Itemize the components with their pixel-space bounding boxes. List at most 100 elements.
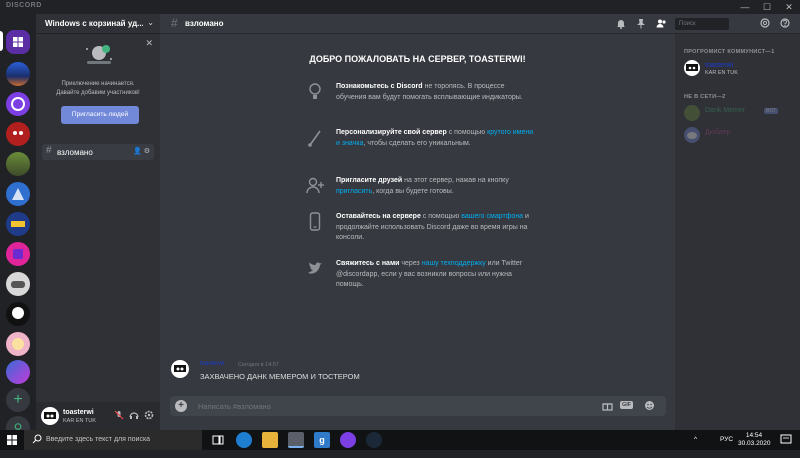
support-link[interactable]: нашу техподдержку — [422, 260, 486, 267]
task-view-icon[interactable] — [210, 432, 226, 448]
channel-settings-icon[interactable]: 👤 ⚙ — [133, 147, 150, 155]
gift-icon[interactable] — [602, 400, 613, 411]
server-icon[interactable] — [6, 302, 30, 326]
steam-icon[interactable] — [366, 432, 382, 448]
server-icon[interactable] — [6, 212, 30, 236]
channel-item-vzlomano[interactable]: # взломано 👤 ⚙ — [42, 144, 154, 160]
close-icon[interactable]: ✕ — [145, 38, 153, 49]
avatar — [684, 105, 700, 121]
message-input[interactable] — [198, 399, 578, 413]
message: toasterwi Сегодня в 14:57 ЗАХВАЧЕНО ДАНК… — [160, 357, 675, 387]
app-brand: DISCORD — [6, 2, 42, 9]
twitter-icon — [308, 262, 322, 274]
tip-body: с помощью — [420, 213, 462, 220]
language-indicator[interactable]: РУС — [720, 436, 733, 443]
avatar — [684, 60, 700, 76]
search-icon — [32, 434, 42, 444]
chat-area: ДОБРО ПОЖАЛОВАТЬ НА СЕРВЕР, TOASTERWI! П… — [160, 14, 675, 430]
bulb-icon — [309, 83, 321, 99]
avatar — [684, 127, 700, 143]
invite-text-line: Давайте добавим участников! — [56, 90, 140, 96]
windows-logo-icon — [13, 37, 23, 47]
member-item[interactable]: toasterwi KAR EN TUK — [684, 60, 794, 80]
tip-text: Персонализируйте свой сервер с помощью к… — [336, 128, 536, 149]
gear-icon[interactable] — [144, 410, 154, 420]
viber-icon[interactable] — [340, 432, 356, 448]
clock-date: 30.03.2020 — [738, 440, 771, 447]
server-icon[interactable] — [6, 272, 30, 296]
search-input[interactable]: Поиск — [675, 18, 729, 30]
taskbar-search-text: Введите здесь текст для поиска — [46, 436, 151, 443]
chevron-down-icon: ⌄ — [147, 18, 154, 27]
clock[interactable]: 14:54 30.03.2020 — [738, 432, 771, 448]
server-header[interactable]: Windows с корзинай уд... ⌄ — [36, 14, 160, 34]
server-icon[interactable] — [6, 242, 30, 266]
channel-header: # взломано Поиск — [160, 14, 800, 34]
tip-text: Свяжитесь с нами через нашу техподдержку… — [336, 259, 536, 291]
tip-body: , когда вы будете готовы. — [372, 187, 454, 195]
mention-icon[interactable] — [760, 18, 770, 28]
message-author[interactable]: toasterwi — [200, 361, 224, 367]
avatar-image-icon — [174, 365, 186, 372]
avatar[interactable] — [41, 407, 59, 425]
clock-time: 14:54 — [745, 432, 763, 439]
phone-icon — [309, 212, 321, 231]
headphones-icon[interactable] — [129, 410, 139, 420]
server-logo-icon — [12, 338, 24, 350]
notifications-icon[interactable] — [780, 434, 792, 446]
server-icon[interactable] — [6, 92, 30, 116]
taskbar-search[interactable]: Введите здесь текст для поиска — [24, 430, 202, 450]
edge-icon[interactable] — [236, 432, 252, 448]
tip-bold: Свяжитесь с нами — [336, 260, 400, 267]
server-icon[interactable] — [6, 122, 30, 146]
file-explorer-icon[interactable] — [262, 432, 278, 448]
avatar-image-icon — [44, 412, 56, 419]
invite-people-button[interactable]: Пригласить людей — [61, 106, 139, 124]
member-list-icon[interactable] — [656, 18, 667, 29]
server-logo-icon — [12, 307, 24, 319]
mute-microphone-icon[interactable] — [114, 410, 124, 420]
avatar[interactable] — [171, 360, 189, 378]
upload-button[interactable]: + — [175, 400, 187, 412]
server-icon[interactable] — [6, 332, 30, 356]
maximize-button[interactable]: ☐ — [756, 0, 778, 14]
discord-app: DISCORD — ☐ ✕ + ⚲ Windows с корзинай уд.… — [0, 0, 800, 450]
emoji-icon[interactable] — [644, 400, 655, 411]
gif-button[interactable]: GIF — [620, 401, 634, 409]
welcome-title: ДОБРО ПОЖАЛОВАТЬ НА СЕРВЕР, TOASTERWI! — [309, 54, 526, 64]
member-name: toasterwi — [705, 62, 734, 69]
minimize-button[interactable]: — — [734, 0, 756, 14]
role-header: ПРОГРОМИСТ КОММУНИСТ—1 — [684, 49, 775, 55]
server-name: Windows с корзинай уд... — [45, 19, 143, 28]
member-item[interactable]: Dank Memer BOT — [684, 105, 794, 125]
server-icon[interactable] — [6, 360, 30, 384]
brush-icon — [308, 130, 321, 147]
close-button[interactable]: ✕ — [778, 0, 800, 14]
member-item[interactable]: Дюбаер — [684, 127, 794, 147]
add-server-button[interactable]: + — [6, 388, 30, 412]
start-button[interactable] — [0, 430, 24, 450]
pin-icon[interactable] — [636, 18, 646, 29]
channel-sidebar: Windows с корзинай уд... ⌄ ✕ Приключение… — [36, 14, 160, 430]
invite-link[interactable]: пригласить — [336, 188, 372, 195]
role-header: НЕ В СЕТИ—2 — [684, 94, 726, 100]
server-logo-icon — [12, 188, 24, 200]
tip-text: Пригласите друзей на этот сервер, нажав … — [336, 176, 536, 197]
discord-taskbar-icon[interactable] — [288, 432, 304, 448]
server-icon[interactable] — [6, 182, 30, 206]
server-logo-icon — [13, 249, 23, 259]
tray-expand-button[interactable]: ^ — [694, 436, 697, 443]
message-composer: + GIF — [170, 396, 666, 416]
hash-icon: # — [46, 145, 52, 156]
tip-text: Оставайтесь на сервере с помощью вашего … — [336, 212, 536, 244]
server-icon[interactable] — [6, 152, 30, 176]
tip-bold: Познакомьтесь с Discord — [336, 83, 423, 90]
server-logo-icon — [11, 97, 25, 111]
bell-icon[interactable] — [616, 18, 626, 29]
mobile-link[interactable]: вашего смартфона — [461, 213, 523, 220]
invite-illustration-icon — [86, 45, 112, 64]
server-icon-windows[interactable] — [6, 30, 30, 54]
server-icon[interactable] — [6, 62, 30, 86]
gog-icon[interactable]: g — [314, 432, 330, 448]
help-icon[interactable] — [780, 18, 790, 28]
